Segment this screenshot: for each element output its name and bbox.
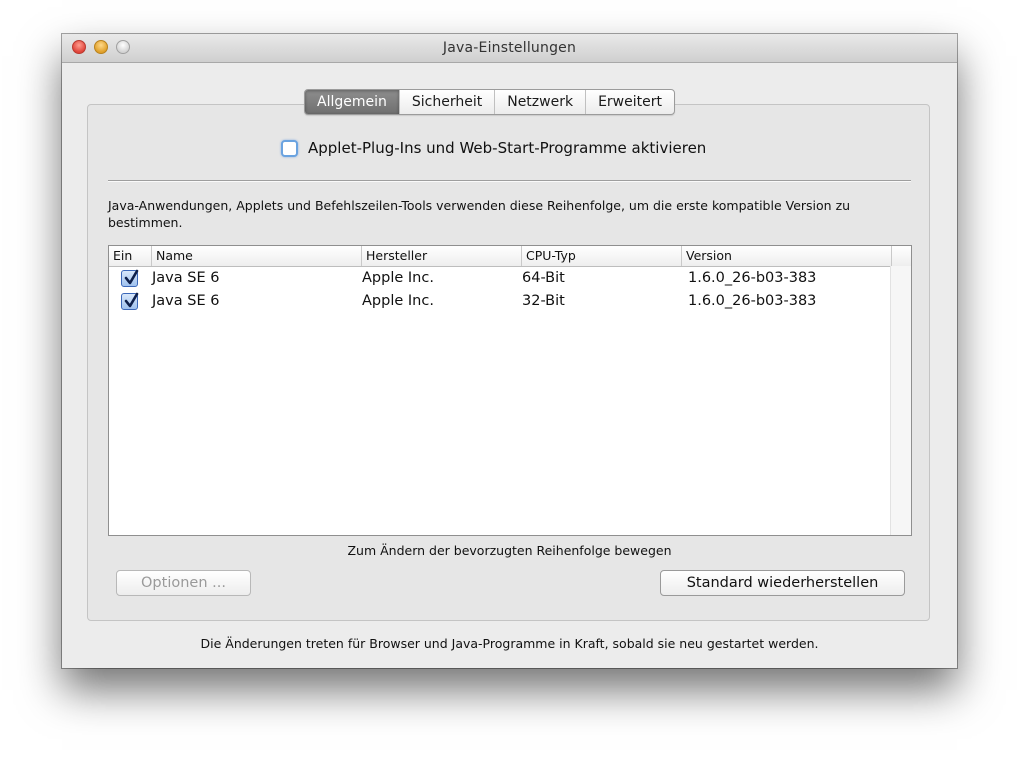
- row-vendor: Apple Inc.: [362, 293, 434, 309]
- title-bar: Java-Einstellungen: [62, 34, 957, 63]
- row-version: 1.6.0_26-b03-383: [688, 293, 817, 309]
- separator: [108, 180, 911, 182]
- order-description: Java-Anwendungen, Applets und Befehlszei…: [108, 198, 851, 230]
- tab-bar: Allgemein Sicherheit Netzwerk Erweitert: [304, 89, 675, 115]
- checkmark-icon: [124, 269, 139, 285]
- checkmark-icon: [124, 292, 139, 308]
- row-enabled-checkbox[interactable]: [121, 269, 139, 287]
- options-button[interactable]: Optionen ...: [116, 570, 251, 596]
- row-enabled-checkbox[interactable]: [121, 292, 139, 310]
- reorder-hint: Zum Ändern der bevorzugten Reihenfolge b…: [347, 543, 672, 558]
- restore-defaults-button[interactable]: Standard wiederherstellen: [660, 570, 905, 596]
- java-settings-window: Java-Einstellungen Allgemein Sicherheit …: [62, 34, 957, 668]
- column-header-cpu[interactable]: CPU-Typ: [521, 246, 681, 266]
- plugin-enable-label: Applet-Plug-Ins und Web-Start-Programme …: [308, 139, 707, 157]
- row-name: Java SE 6: [152, 293, 220, 309]
- column-header-vendor[interactable]: Hersteller: [361, 246, 521, 266]
- row-cpu: 64-Bit: [522, 270, 565, 286]
- row-version: 1.6.0_26-b03-383: [688, 270, 817, 286]
- table-row[interactable]: Java SE 6 Apple Inc. 64-Bit 1.6.0_26-b03…: [109, 267, 911, 290]
- tab-allgemein[interactable]: Allgemein: [305, 90, 399, 114]
- row-cpu: 32-Bit: [522, 293, 565, 309]
- column-header-spacer: [891, 246, 911, 266]
- column-header-enabled[interactable]: Ein: [109, 246, 151, 266]
- column-header-version[interactable]: Version: [681, 246, 891, 266]
- tab-netzwerk[interactable]: Netzwerk: [494, 90, 585, 114]
- java-versions-table: Ein Name Hersteller CPU-Typ Version Java…: [108, 245, 912, 536]
- column-header-name[interactable]: Name: [151, 246, 361, 266]
- plugin-enable-option[interactable]: Applet-Plug-Ins und Web-Start-Programme …: [281, 138, 706, 158]
- row-vendor: Apple Inc.: [362, 270, 434, 286]
- table-header: Ein Name Hersteller CPU-Typ Version: [109, 246, 911, 267]
- tab-sicherheit[interactable]: Sicherheit: [398, 90, 494, 114]
- tab-erweitert[interactable]: Erweitert: [585, 90, 674, 114]
- restart-notice: Die Änderungen treten für Browser und Ja…: [200, 636, 819, 651]
- table-scrollbar[interactable]: [890, 266, 911, 535]
- window-title: Java-Einstellungen: [442, 40, 577, 56]
- table-row[interactable]: Java SE 6 Apple Inc. 32-Bit 1.6.0_26-b03…: [109, 290, 911, 313]
- row-name: Java SE 6: [152, 270, 220, 286]
- plugin-enable-checkbox[interactable]: [281, 139, 298, 157]
